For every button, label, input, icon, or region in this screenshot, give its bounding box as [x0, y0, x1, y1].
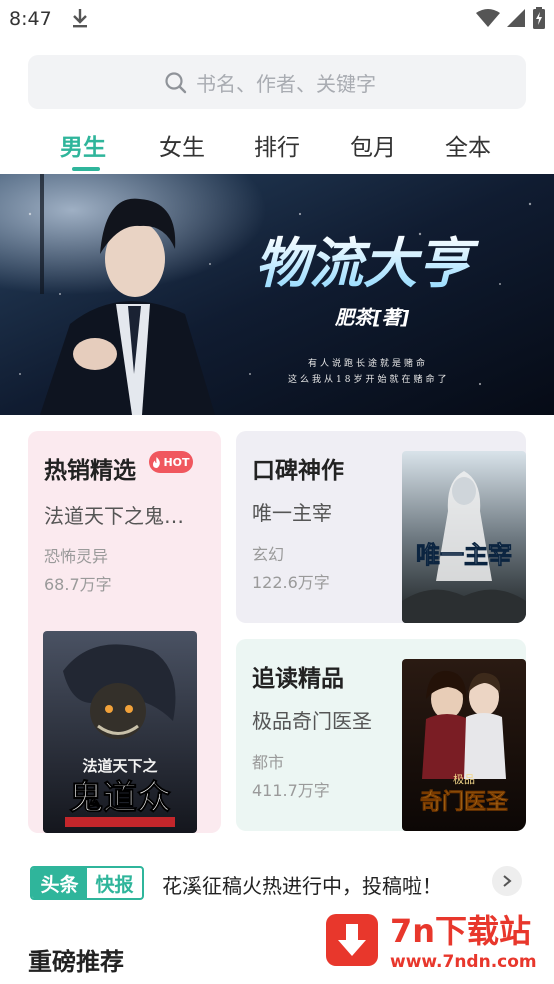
book-cover[interactable]: 极品 奇门医圣 — [402, 659, 526, 831]
search-bar[interactable]: 书名、作者、关键字 — [28, 55, 526, 109]
book-cover[interactable]: 唯一主宰 — [402, 451, 526, 623]
watermark-logo-icon — [326, 914, 378, 966]
wifi-icon — [476, 9, 500, 27]
cover-art: 极品 奇门医圣 — [402, 659, 526, 831]
book-cover[interactable]: 法道天下之 鬼道众 — [43, 631, 197, 833]
watermark: 7n下载站 www.7ndn.com — [318, 902, 550, 980]
banner-tagline-1: 有人说跑长途就是赌命 — [308, 357, 428, 369]
top-rated-card[interactable]: 口碑神作 唯一主宰 玄幻 122.6万字 唯一主宰 — [236, 431, 526, 623]
news-tag: 头条 快报 — [30, 866, 144, 900]
book-genre: 玄幻 — [252, 545, 285, 564]
book-word-count: 68.7万字 — [44, 575, 112, 594]
book-title: 极品奇门医圣 — [252, 709, 372, 733]
search-icon — [165, 71, 187, 93]
banner-artwork: 物流大亨 肥茶[著] 有人说跑长途就是赌命 这么我从18岁开始就在赌命了 — [0, 174, 554, 415]
watermark-url: www.7ndn.com — [390, 952, 537, 972]
signal-icon — [507, 9, 525, 27]
banner-author: 肥茶[著] — [334, 307, 410, 329]
cover-art: 法道天下之 鬼道众 — [43, 631, 197, 833]
cover-subtitle: 极品 — [453, 772, 475, 786]
flame-icon — [153, 456, 161, 468]
banner-title: 物流大亨 — [255, 232, 480, 295]
news-tag-flash: 快报 — [95, 873, 134, 896]
card-title: 追读精品 — [252, 666, 344, 692]
book-word-count: 122.6万字 — [252, 573, 330, 592]
news-more-button[interactable] — [492, 866, 522, 896]
search-input[interactable]: 书名、作者、关键字 — [196, 68, 376, 97]
category-tabs: 男生 女生 排行 包月 全本 — [0, 120, 554, 172]
news-ticker[interactable]: 头条 快报 花溪征稿火热进行中，投稿啦！ — [30, 864, 526, 904]
cover-title: 奇门医圣 — [420, 789, 509, 815]
card-title: 热销精选 — [44, 458, 136, 484]
book-genre: 恐怖灵异 — [44, 547, 109, 566]
tab-ranking[interactable]: 排行 — [254, 128, 300, 162]
hot-badge-label: HOT — [163, 455, 190, 469]
status-time: 8:47 — [9, 8, 52, 30]
watermark-title: 7n下载站 — [390, 912, 532, 950]
book-word-count: 411.7万字 — [252, 781, 330, 800]
news-headline[interactable]: 花溪征稿火热进行中，投稿啦！ — [162, 870, 442, 899]
card-title: 口碑神作 — [252, 458, 344, 484]
cover-title: 唯一主宰 — [416, 540, 512, 569]
book-title: 法道天下之鬼… — [44, 504, 184, 528]
download-icon — [73, 9, 87, 28]
status-bar: 8:47 — [0, 0, 554, 40]
hot-badge: HOT — [149, 451, 193, 473]
banner-tagline-2: 这么我从18岁开始就在赌命了 — [288, 373, 449, 385]
battery-icon — [533, 7, 545, 29]
cover-art: 唯一主宰 — [402, 451, 526, 623]
tab-complete[interactable]: 全本 — [445, 128, 491, 162]
cover-subtitle: 法道天下之 — [82, 757, 157, 775]
book-genre: 都市 — [252, 753, 285, 772]
news-tag-headline: 头条 — [32, 868, 87, 898]
tab-female[interactable]: 女生 — [159, 128, 205, 162]
cover-title: 鬼道众 — [69, 778, 171, 818]
book-title: 唯一主宰 — [252, 501, 332, 525]
tab-monthly[interactable]: 包月 — [350, 128, 396, 162]
tab-male[interactable]: 男生 — [60, 128, 106, 162]
section-title: 重磅推荐 — [28, 948, 124, 976]
trending-card[interactable]: 追读精品 极品奇门医圣 都市 411.7万字 极品 奇门医圣 — [236, 639, 526, 831]
chevron-right-icon — [503, 875, 512, 887]
tab-indicator — [72, 167, 100, 171]
banner-carousel[interactable]: 物流大亨 肥茶[著] 有人说跑长途就是赌命 这么我从18岁开始就在赌命了 — [0, 174, 554, 415]
hot-picks-card[interactable]: 热销精选 HOT 法道天下之鬼… 恐怖灵异 68.7万字 法道天下之 鬼道众 — [28, 431, 221, 833]
